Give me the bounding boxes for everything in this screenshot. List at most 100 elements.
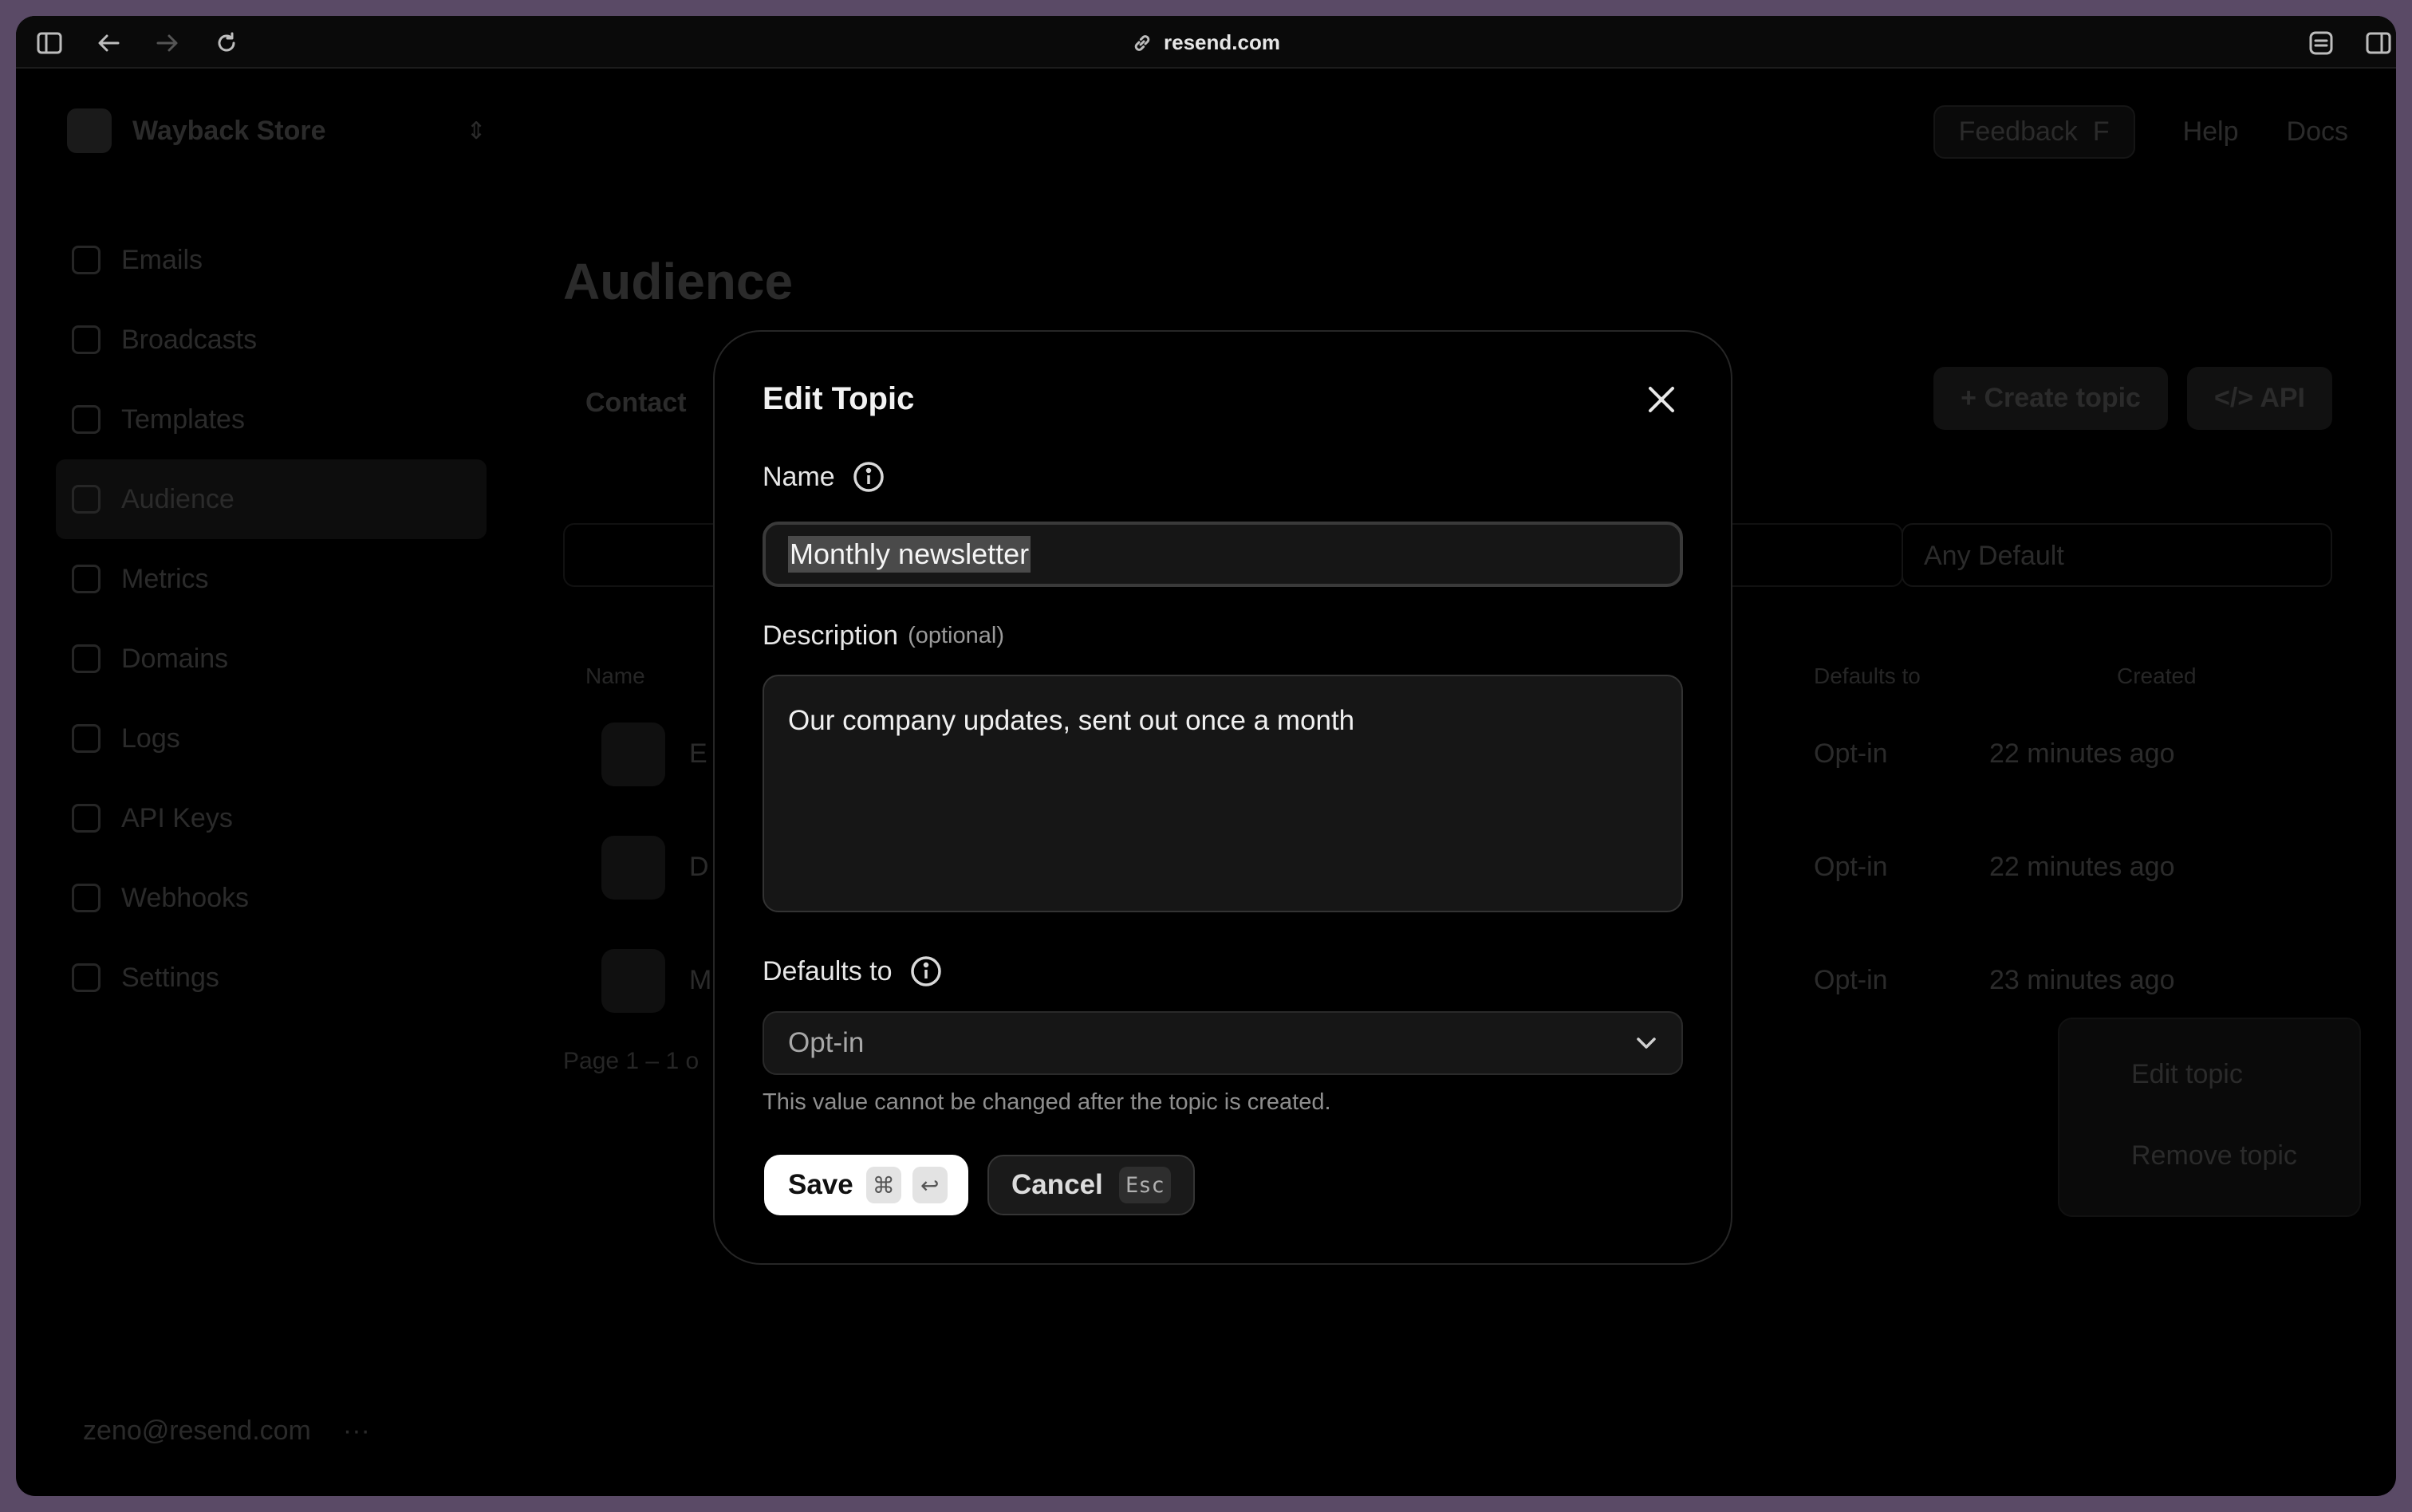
topic-icon (601, 723, 665, 786)
topic-default: Opt-in (1814, 965, 1888, 995)
api-label: API (2260, 383, 2305, 413)
edit-topic-menu-item[interactable]: Edit topic (2131, 1059, 2243, 1090)
info-icon[interactable] (851, 459, 886, 494)
browser-window: resend.com Wayback Store ⇕ Emails Broadc… (16, 16, 2396, 1496)
edit-topic-dialog: Edit Topic Name Monthly newsletter Descr… (713, 330, 1732, 1265)
save-label: Save (788, 1169, 853, 1200)
pagination-text: Page 1 – 1 o (563, 1048, 700, 1074)
chart-icon (72, 565, 100, 593)
topic-name: E (689, 738, 707, 769)
optional-tag: (optional) (908, 623, 1004, 648)
topic-default: Opt-in (1814, 852, 1888, 882)
defaults-field-label: Defaults to (763, 954, 944, 989)
close-icon (1649, 387, 1674, 412)
browser-toolbar: resend.com (16, 16, 2396, 69)
team-switcher[interactable]: Wayback Store ⇕ (67, 108, 487, 153)
user-menu[interactable]: zeno@resend.com ··· (83, 1416, 370, 1447)
description-label-text: Description (763, 620, 899, 651)
page-actions: + Create topic </> API (1933, 367, 2332, 430)
create-topic-button[interactable]: + Create topic (1933, 367, 2168, 430)
sidebar: Wayback Store ⇕ Emails Broadcasts Templa… (16, 69, 495, 1496)
sliders-icon (72, 963, 100, 992)
help-link[interactable]: Help (2183, 116, 2239, 148)
sidebar-item-metrics[interactable]: Metrics (72, 539, 487, 619)
sidebar-item-api-keys[interactable]: API Keys (72, 778, 487, 858)
close-button[interactable] (1642, 380, 1681, 419)
user-email: zeno@resend.com (83, 1416, 311, 1446)
info-icon[interactable] (908, 954, 944, 989)
sidebar-item-label: Webhooks (121, 882, 250, 913)
sidebar-nav: Emails Broadcasts Templates Audience Met… (56, 220, 487, 1018)
topic-icon (601, 949, 665, 1013)
name-field-label: Name (763, 459, 886, 494)
docs-link[interactable]: Docs (2287, 116, 2348, 148)
dialog-title: Edit Topic (763, 381, 915, 416)
save-button[interactable]: Save ⌘ ↩ (764, 1155, 968, 1215)
topic-default: Opt-in (1814, 738, 1888, 769)
users-icon (72, 485, 100, 514)
sidebar-item-templates[interactable]: Templates (72, 380, 487, 459)
sidebar-item-label: Logs (121, 723, 180, 754)
sidebar-item-audience[interactable]: Audience (56, 459, 487, 539)
command-key-badge: ⌘ (865, 1167, 901, 1203)
column-defaults-to: Defaults to (1814, 663, 1921, 688)
sidebar-item-label: Metrics (121, 563, 209, 594)
chevron-updown-icon: ⇕ (466, 117, 487, 144)
webhook-icon (72, 884, 100, 912)
sidebar-item-broadcasts[interactable]: Broadcasts (72, 300, 487, 380)
row-context-menu: Edit topic Remove topic (2058, 1018, 2361, 1217)
feedback-shortcut: F (2092, 116, 2110, 147)
sidebar-item-emails[interactable]: Emails (72, 220, 487, 300)
name-input[interactable]: Monthly newsletter (763, 522, 1683, 587)
sidebar-item-label: Emails (121, 244, 203, 275)
sidebar-item-label: Audience (121, 483, 235, 514)
create-topic-label: Create topic (1984, 383, 2141, 413)
top-nav: Feedback F Help Docs (1933, 105, 2348, 159)
globe-icon (72, 644, 100, 673)
enter-key-badge: ↩ (912, 1167, 948, 1203)
split-view-icon[interactable] (2363, 27, 2394, 59)
topic-name: D (689, 852, 709, 882)
column-name: Name (585, 663, 645, 688)
defaults-select-value: Opt-in (788, 1027, 865, 1058)
name-label-text: Name (763, 461, 835, 492)
api-button[interactable]: </> API (2186, 367, 2332, 430)
team-name: Wayback Store (132, 115, 326, 146)
defaults-hint: This value cannot be changed after the t… (763, 1089, 1331, 1115)
mail-icon (72, 246, 100, 274)
link-icon (1134, 34, 1150, 51)
feedback-label: Feedback (1958, 116, 2078, 147)
remove-topic-menu-item[interactable]: Remove topic (2131, 1140, 2297, 1171)
sidebar-item-label: Domains (121, 643, 229, 674)
sidebar-item-label: API Keys (121, 802, 233, 833)
sidebar-item-settings[interactable]: Settings (72, 938, 487, 1018)
more-icon: ··· (342, 1416, 370, 1446)
topic-created: 22 minutes ago (1989, 738, 2175, 769)
team-logo (67, 108, 112, 153)
description-field-label: Description (optional) (763, 620, 1004, 652)
list-icon (72, 724, 100, 753)
page-title: Audience (563, 253, 794, 310)
sidebar-item-label: Templates (121, 404, 245, 435)
escape-key-badge: Esc (1118, 1167, 1171, 1203)
sidebar-item-logs[interactable]: Logs (72, 699, 487, 778)
tab-contacts[interactable]: Contact (585, 388, 687, 419)
feedback-button[interactable]: Feedback F (1933, 105, 2135, 159)
sidebar-item-domains[interactable]: Domains (72, 619, 487, 699)
extensions-icon[interactable] (2305, 27, 2337, 59)
sidebar-item-webhooks[interactable]: Webhooks (72, 858, 487, 938)
defaults-select[interactable]: Opt-in (763, 1011, 1683, 1075)
column-created: Created (2117, 663, 2197, 688)
description-textarea[interactable]: Our company updates, sent out once a mon… (763, 675, 1683, 912)
lock-icon (72, 804, 100, 833)
cancel-button[interactable]: Cancel Esc (987, 1155, 1195, 1215)
chevron-down-icon (1637, 1038, 1656, 1049)
address-bar[interactable]: resend.com (16, 30, 2396, 55)
topic-icon (601, 836, 665, 900)
template-icon (72, 405, 100, 434)
inbox-icon (72, 325, 100, 354)
topic-name: M (689, 965, 712, 995)
sidebar-item-label: Settings (121, 962, 219, 993)
url-text: resend.com (1164, 30, 1280, 54)
default-filter-select[interactable]: Any Default (1902, 523, 2332, 587)
